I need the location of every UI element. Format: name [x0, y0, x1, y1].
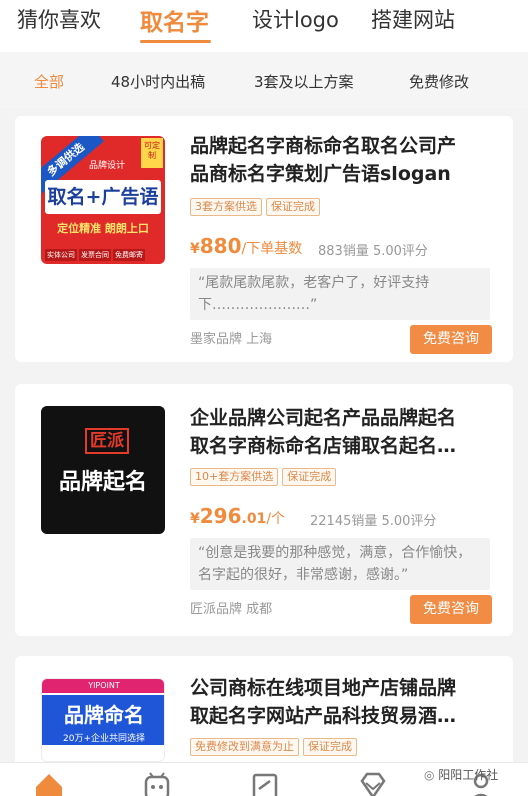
- thumb-chips: 实体公司 发票合同 免费邮寄: [45, 242, 163, 261]
- free-consult-button[interactable]: 免费咨询: [410, 325, 492, 354]
- price-value: 880: [199, 234, 242, 258]
- home-icon[interactable]: [32, 769, 66, 796]
- edit-icon[interactable]: [248, 769, 282, 796]
- thumb-chip: 发票合同: [79, 249, 111, 261]
- thumb-slogan: 定位精准 朗朗上口: [57, 222, 149, 235]
- product-card[interactable]: 多调供选 品牌设计 可定制 取名+广告语 定位精准 朗朗上口 实体公司 发票合同免…: [15, 116, 513, 362]
- sales-rating: 883销量 5.00评分: [318, 244, 428, 259]
- product-tags: 3套方案供选 保证完成: [190, 198, 324, 216]
- category-tabs: 猜你喜欢 取名字 设计logo 搭建网站: [0, 0, 528, 52]
- free-consult-button[interactable]: 免费咨询: [410, 595, 492, 624]
- filter-free-revision[interactable]: 免费修改: [409, 71, 469, 92]
- active-tab-indicator: [140, 40, 211, 43]
- thumb-headline: 取名+广告语: [45, 180, 161, 214]
- tab-build-website[interactable]: 搭建网站: [371, 4, 455, 34]
- sales-rating: 22145销量 5.00评分: [310, 514, 437, 529]
- tag-plans: 3套方案供选: [190, 198, 262, 216]
- tab-guess-you-like[interactable]: 猜你喜欢: [17, 4, 101, 34]
- tab-naming[interactable]: 取名字: [140, 3, 209, 37]
- product-title-line-1[interactable]: 公司商标在线项目地产店铺品牌: [190, 674, 495, 702]
- product-thumbnail[interactable]: 多调供选 品牌设计 可定制 取名+广告语 定位精准 朗朗上口 实体公司 发票合同免…: [41, 136, 165, 264]
- watermark-text: 阳阳工作社: [438, 768, 499, 782]
- product-card[interactable]: 匠派 品牌起名 企业品牌公司起名产品品牌起名 取名字商标命名店铺取名起名… 10…: [15, 384, 513, 636]
- price-symbol: ¥: [190, 511, 200, 527]
- product-thumbnail[interactable]: 匠派 品牌起名: [41, 406, 165, 534]
- thumb-brand: YIPOINT: [42, 679, 164, 693]
- price-symbol: ¥: [190, 241, 200, 257]
- thumb-headline: 品牌起名: [58, 470, 147, 495]
- wechat-icon: ◎: [424, 768, 439, 782]
- tag-guarantee: 保证完成: [266, 198, 320, 216]
- seller-location[interactable]: 匠派品牌 成都: [190, 598, 272, 617]
- tag-guarantee: 保证完成: [303, 738, 357, 756]
- tag-plans: 10+套方案供选: [190, 468, 279, 486]
- thumb-sub: 20万+企业共同选择: [63, 734, 145, 744]
- product-price: ¥880/下单基数: [190, 234, 302, 258]
- thumb-logo: 匠派: [85, 428, 129, 454]
- review-snippet: “尾款尾款尾款，老客户了，好评支持下…………………”: [190, 268, 490, 320]
- watermark: ◎ 阳阳工作社: [424, 766, 498, 783]
- review-snippet: “创意是我要的那种感觉，满意，合作愉快，名字起的很好，非常感谢，感谢。”: [190, 538, 490, 590]
- filter-48h[interactable]: 48小时内出稿: [111, 71, 205, 92]
- product-title-line-2[interactable]: 取起名字网站产品科技贸易酒…: [190, 702, 495, 730]
- thumb-chip: 实体公司: [45, 249, 77, 261]
- product-title-line-2[interactable]: 品商标名字策划广告语slogan: [190, 160, 495, 188]
- price-value: 296: [199, 504, 242, 528]
- filter-all[interactable]: 全部: [34, 71, 64, 92]
- tab-logo-design[interactable]: 设计logo: [252, 4, 339, 34]
- thumb-chip: 免费邮寄: [113, 249, 145, 261]
- price-decimal: .01: [241, 511, 267, 527]
- product-title-line-2[interactable]: 取名字商标命名店铺取名起名…: [190, 432, 495, 460]
- product-thumbnail[interactable]: YIPOINT 品牌命名 20万+企业共同选择: [41, 678, 165, 762]
- robot-icon[interactable]: [140, 769, 174, 796]
- filter-bar: 全部 48小时内出稿 3套及以上方案 免费修改: [0, 52, 528, 108]
- thumb-brand: 品牌设计: [89, 161, 126, 171]
- filter-3-plans[interactable]: 3套及以上方案: [254, 71, 354, 92]
- thumb-corner-badge: 可定制: [141, 138, 163, 168]
- product-tags: 10+套方案供选 保证完成: [190, 468, 340, 486]
- product-title-line-1[interactable]: 企业品牌公司起名产品品牌起名: [190, 404, 495, 432]
- seller-location[interactable]: 墨家品牌 上海: [190, 328, 272, 347]
- price-unit: /个: [266, 511, 286, 527]
- product-title-line-1[interactable]: 品牌起名字商标命名取名公司产: [190, 132, 495, 160]
- product-tags: 免费修改到满意为止 保证完成: [190, 738, 361, 756]
- tag-free-revision: 免费修改到满意为止: [190, 738, 299, 756]
- product-price: ¥296.01/个: [190, 504, 285, 528]
- tag-guarantee: 保证完成: [282, 468, 337, 486]
- diamond-icon[interactable]: [356, 769, 390, 796]
- price-unit: /下单基数: [241, 241, 303, 257]
